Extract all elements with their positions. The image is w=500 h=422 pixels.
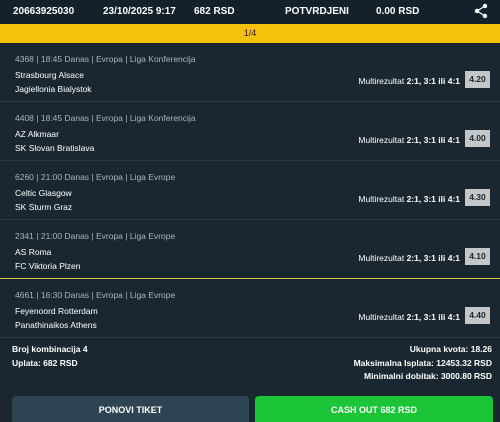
away-team: FC Viktoria Plzen: [15, 261, 81, 271]
away-team: SK Sturm Graz: [15, 202, 73, 212]
bet-pick: Multirezultat 2:1, 3:1 ili 4:1: [358, 76, 460, 86]
bet-pick: Multirezultat 2:1, 3:1 ili 4:1: [358, 194, 460, 204]
away-team: Jagiellonia Bialystok: [15, 84, 92, 94]
match-meta: 2341 | 21:00 Danas | Evropa | Liga Evrop…: [15, 231, 176, 241]
match-row: 2341 | 21:00 Danas | Evropa | Liga Evrop…: [0, 220, 500, 279]
match-row: 6260 | 21:00 Danas | Evropa | Liga Evrop…: [0, 161, 500, 220]
bet-pick: Multirezultat 2:1, 3:1 ili 4:1: [358, 135, 460, 145]
odd-badge: 4.20: [465, 71, 490, 88]
home-team: Celtic Glasgow: [15, 188, 72, 198]
ticket-datetime: 23/10/2025 9:17: [103, 6, 176, 17]
ticket-payout: 0.00 RSD: [376, 6, 420, 17]
total-odds: Ukupna kvota: 18.26: [409, 344, 492, 354]
ticket-summary: Broj kombinacija 4 Uplata: 682 RSD Ukupn…: [0, 339, 500, 389]
match-meta: 4408 | 18:45 Danas | Evropa | Liga Konfe…: [15, 113, 196, 123]
page-indicator: 1/4: [0, 24, 500, 43]
repeat-ticket-button[interactable]: PONOVI TIKET: [12, 396, 249, 422]
ticket-header: 20663925030 23/10/2025 9:17 682 RSD POTV…: [0, 0, 500, 24]
match-row: 4408 | 18:45 Danas | Evropa | Liga Konfe…: [0, 102, 500, 161]
bet-pick: Multirezultat 2:1, 3:1 ili 4:1: [358, 312, 460, 322]
match-meta: 4661 | 16:30 Danas | Evropa | Liga Evrop…: [15, 290, 176, 300]
match-row: 4368 | 18:45 Danas | Evropa | Liga Konfe…: [0, 43, 500, 102]
cashout-button[interactable]: CASH OUT 682 RSD: [255, 396, 493, 422]
away-team: SK Slovan Bratislava: [15, 143, 95, 153]
stake-amount: Uplata: 682 RSD: [12, 358, 78, 368]
ticket-status: POTVRDJENI: [285, 6, 349, 17]
away-team: Panathinaikos Athens: [15, 320, 97, 330]
odd-badge: 4.30: [465, 189, 490, 206]
home-team: Strasbourg Alsace: [15, 70, 84, 80]
match-row: 4661 | 16:30 Danas | Evropa | Liga Evrop…: [0, 279, 500, 338]
max-payout: Maksimalna Isplata: 12453.32 RSD: [353, 358, 492, 368]
odd-badge: 4.00: [465, 130, 490, 147]
home-team: Feyenoord Rotterdam: [15, 306, 98, 316]
match-meta: 4368 | 18:45 Danas | Evropa | Liga Konfe…: [15, 54, 196, 64]
combinations-count: Broj kombinacija 4: [12, 344, 88, 354]
match-list: 4368 | 18:45 Danas | Evropa | Liga Konfe…: [0, 43, 500, 338]
odd-badge: 4.40: [465, 307, 490, 324]
bet-pick: Multirezultat 2:1, 3:1 ili 4:1: [358, 253, 460, 263]
ticket-id: 20663925030: [13, 6, 75, 17]
match-meta: 6260 | 21:00 Danas | Evropa | Liga Evrop…: [15, 172, 176, 182]
ticket-stake: 682 RSD: [194, 6, 235, 17]
odd-badge: 4.10: [465, 248, 490, 265]
share-icon[interactable]: [474, 3, 488, 19]
home-team: AS Roma: [15, 247, 52, 257]
home-team: AZ Alkmaar: [15, 129, 59, 139]
min-win: Minimalni dobitak: 3000.80 RSD: [363, 371, 492, 381]
